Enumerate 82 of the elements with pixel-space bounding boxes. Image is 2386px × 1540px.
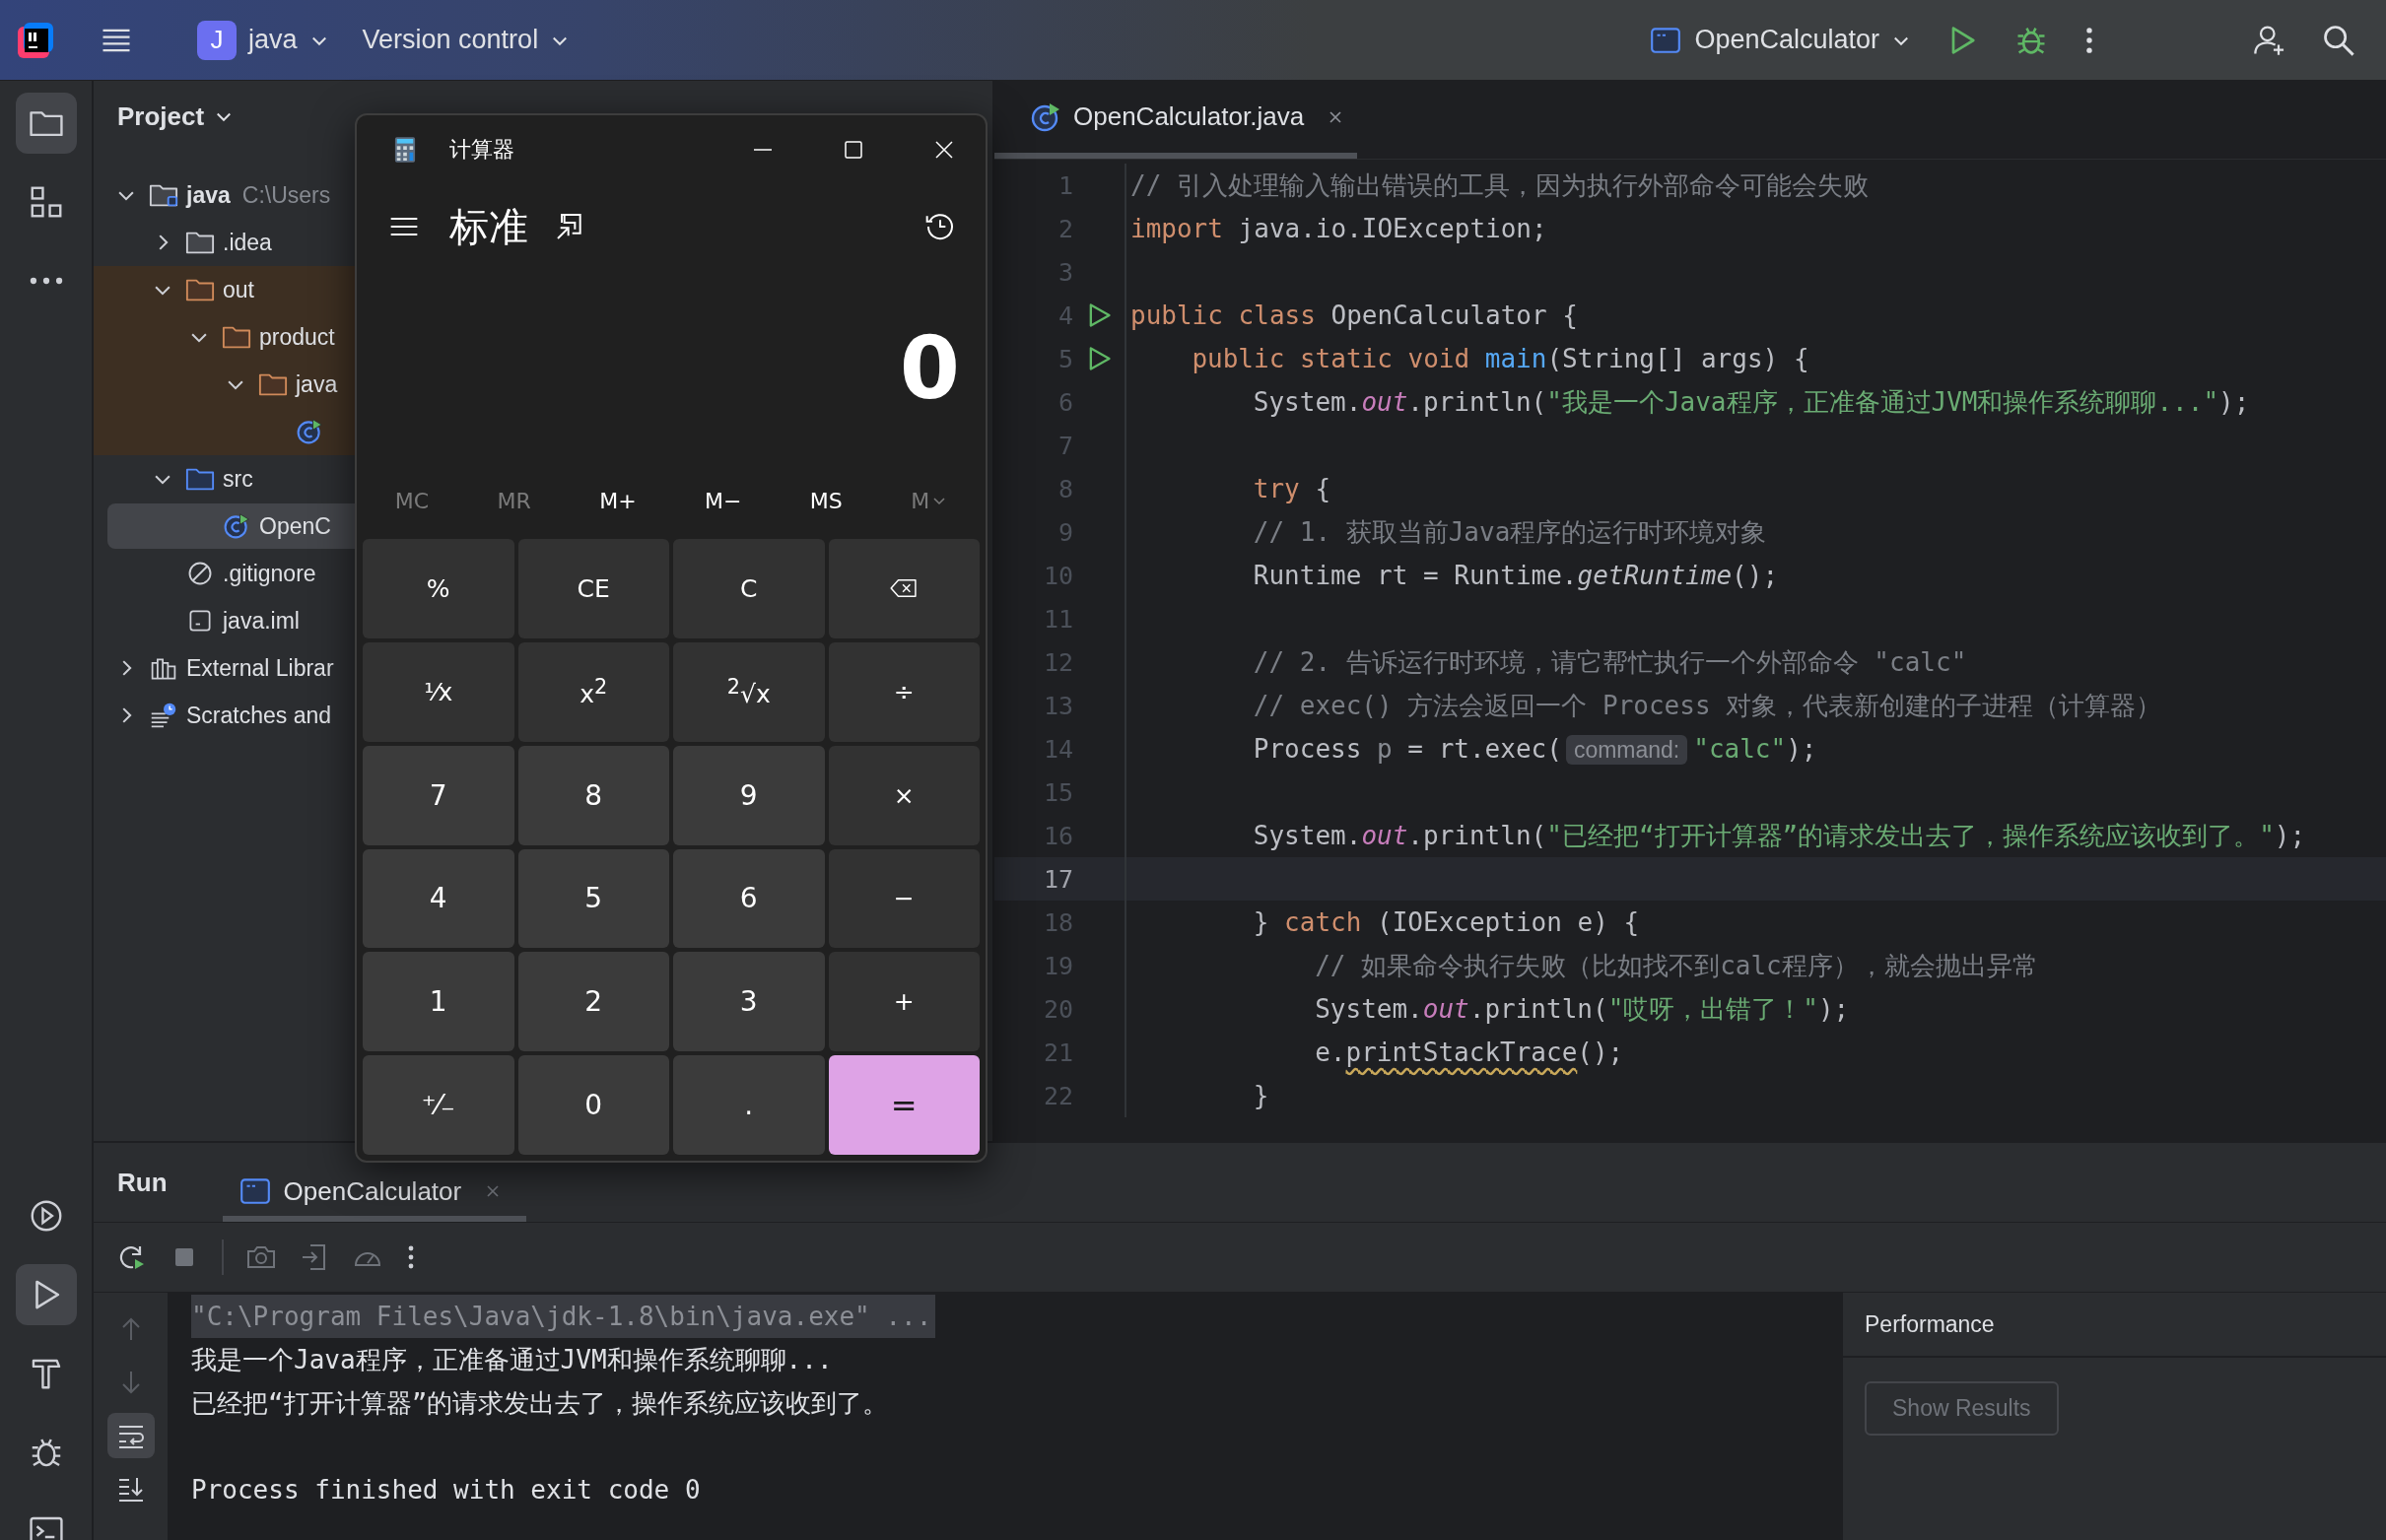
more-icon [29,277,63,285]
line-number: 17 [1042,864,1073,894]
calculator-display: 0 [899,316,960,419]
tree-item-label[interactable]: out [223,276,254,303]
calculator-key[interactable]: 0 [517,1055,669,1155]
wrap-button[interactable] [106,1413,155,1458]
calculator-key[interactable]: 6 [673,848,825,949]
calculator-key[interactable]: $^{2}$√x [673,641,825,742]
calculator-key[interactable]: − [828,848,980,949]
tree-item-label[interactable]: product [259,323,335,351]
calculator-key[interactable]: ÷ [828,641,980,742]
code-line: // 2. 告诉运行时环境，请它帮忙执行一个外部命令 "calc" [1253,645,1967,679]
code-line: // exec() 方法会返回一个 Process 对象，代表新创建的子进程（计算器） [1253,689,2162,722]
tree-item-label[interactable]: .gitignore [223,560,316,587]
backspace-icon [889,577,920,600]
memory-button[interactable]: M+ [589,480,647,521]
tree-item-label[interactable]: java.iml [223,607,300,635]
code-line: public static void main(String[] args) { [1192,344,1809,373]
maximize-icon[interactable] [842,138,865,162]
tree-item-label[interactable]: src [223,465,253,493]
code-line: try { [1253,474,1331,503]
calculator-key[interactable]: % [363,539,514,638]
calculator-key[interactable]: 8 [517,745,669,845]
tree-item-label[interactable]: Scratches and [186,702,332,729]
memory-button[interactable]: MS [799,480,852,521]
code-line: e.printStackTrace(); [1315,1038,1624,1067]
calculator-key[interactable]: 5 [517,848,669,949]
window-title: 计算器 [449,136,514,164]
code-line: // 1. 获取当前Java程序的运行时环境对象 [1253,515,1767,549]
project-selector[interactable]: J java [187,14,339,66]
tree-item-label[interactable]: External Librar [186,654,334,682]
version-control-menu[interactable]: Version control [352,19,580,61]
tree-item-label[interactable]: OpenC [259,512,331,540]
run-tool-button[interactable] [15,1264,77,1325]
code-line: Process p = rt.exec( command: "calc"); [1253,734,1817,764]
console-line: Process finished with exit code 0 [191,1474,701,1507]
code-line: } [1253,1081,1269,1110]
calculator-key[interactable]: 1 [363,952,514,1052]
app-logo-icon[interactable] [16,20,55,60]
calculator-key[interactable]: ⁺⁄₋ [363,1055,514,1155]
memory-button[interactable]: M− [695,480,752,521]
calculator-key[interactable]: 2 [517,952,669,1052]
code-line: System.out.println("已经把“打开计算器”的请求发出去了，操作系统应该收到了。"); [1253,819,2306,852]
calculator-key[interactable]: 7 [363,745,514,845]
calculator-mode: 标准 [449,202,528,251]
class-file-icon [222,512,251,540]
console-line: 已经把“打开计算器”的请求发出去了，操作系统应该收到了。 [191,1387,889,1420]
code-line: // 如果命令执行失败（比如找不到calc程序），就会抛出异常 [1315,949,2038,982]
run-configuration-selector[interactable]: OpenCalculator [1639,17,1921,63]
project-panel-title[interactable]: Project [117,100,205,132]
history-icon[interactable] [924,211,956,242]
calculator-key[interactable]: + [828,952,980,1052]
code-line: } catch (IOException e) { [1253,907,1640,937]
calculator-key[interactable]: × [828,745,980,845]
tree-item-label[interactable]: .idea [223,229,272,256]
calculator-key[interactable]: = [828,1055,980,1155]
code-line: Runtime rt = Runtime.getRuntime(); [1253,561,1779,590]
class-file-icon [295,418,324,445]
editor-tab[interactable]: OpenCalculator.java [994,81,1358,159]
scratches-icon [149,702,178,729]
module-path: C:\Users [241,181,331,209]
console-line: 我是一个Java程序，正准备通过JVM和操作系统聊聊... [191,1344,833,1376]
performance-title: Performance [1843,1293,2386,1358]
code-line: import java.io.IOException; [1130,214,1547,243]
code-line: System.out.println("我是一个Java程序，正准备通过JVM和操作系统聊聊..."); [1253,385,2250,419]
calculator-key[interactable]: . [673,1055,825,1155]
calculator-key[interactable]: 9 [673,745,825,845]
tree-item-label[interactable]: java [296,370,338,398]
calculator-key[interactable]: C [673,539,825,638]
code-line: public class OpenCalculator { [1130,301,1578,330]
tree-item-label[interactable]: java [186,181,231,209]
calculator-key[interactable]: CE [517,539,669,638]
code-line: // 引入处理输入输出错误的工具，因为执行外部命令可能会失败 [1130,168,1869,202]
calculator-app-icon [394,136,416,164]
code-line: System.out.println("哎呀，出错了！"); [1315,992,1850,1026]
calculator-key[interactable]: ¹⁄x [363,641,514,742]
calculator-key[interactable]: 3 [673,952,825,1052]
calculator-key[interactable]: x$^{2}$ [517,641,669,742]
project-tool-button[interactable] [15,93,77,154]
run-panel-title: Run [117,1167,168,1198]
class-file-icon [1030,100,1061,133]
calculator-key[interactable]: 4 [363,848,514,949]
